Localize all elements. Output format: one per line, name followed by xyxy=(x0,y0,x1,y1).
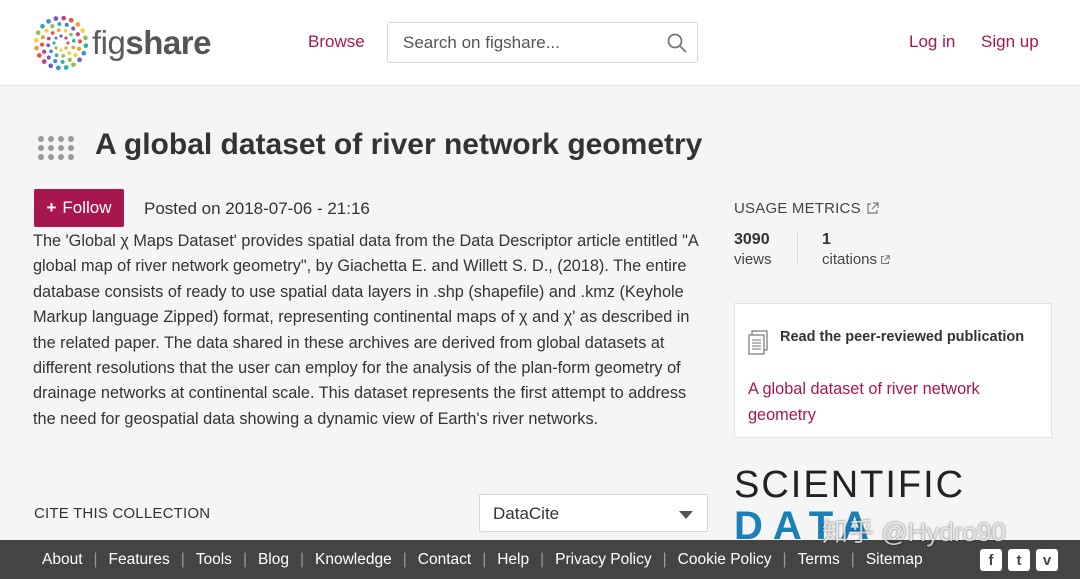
figshare-logo[interactable]: figshare xyxy=(34,15,211,71)
facebook-icon[interactable]: f xyxy=(980,549,1002,571)
footer-link-tools[interactable]: Tools xyxy=(196,551,232,569)
usage-metrics-label: USAGE METRICS xyxy=(734,200,861,217)
follow-button[interactable]: + Follow xyxy=(34,189,124,227)
footer-link-contact[interactable]: Contact xyxy=(418,551,471,569)
cite-format-select[interactable]: DataCite xyxy=(479,494,708,532)
footer-separator: | xyxy=(540,551,545,568)
item-description: The 'Global χ Maps Dataset' provides spa… xyxy=(33,232,698,428)
footer-link-privacy-policy[interactable]: Privacy Policy xyxy=(555,551,651,569)
footer-link-blog[interactable]: Blog xyxy=(258,551,289,569)
views-label: views xyxy=(734,251,772,268)
footer-separator: | xyxy=(180,551,185,568)
login-link[interactable]: Log in xyxy=(909,32,955,52)
site-header: figshare Browse Log in Sign up xyxy=(0,0,1080,86)
views-count: 3090 xyxy=(734,231,770,248)
footer-separator: | xyxy=(402,551,407,568)
citations-count: 1 xyxy=(822,231,831,248)
search-icon[interactable] xyxy=(667,33,687,53)
metrics-divider xyxy=(797,232,798,264)
figshare-logo-icon xyxy=(34,16,88,70)
footer-nav: About | Features | Tools | Blog | Knowledge | Cont… xyxy=(42,551,923,569)
page-title: A global dataset of river network geomet… xyxy=(95,128,703,161)
cite-format-value: DataCite xyxy=(493,504,560,523)
search-input[interactable] xyxy=(389,24,659,61)
footer-link-sitemap[interactable]: Sitemap xyxy=(866,551,923,569)
posted-date: Posted on 2018-07-06 - 21:16 xyxy=(144,199,370,218)
footer-separator: | xyxy=(782,551,787,568)
footer-link-features[interactable]: Features xyxy=(109,551,170,569)
footer-link-help[interactable]: Help xyxy=(497,551,529,569)
footer-link-cookie-policy[interactable]: Cookie Policy xyxy=(678,551,772,569)
footer-separator: | xyxy=(300,551,305,568)
browse-link[interactable]: Browse xyxy=(308,32,365,52)
publication-link[interactable]: A global dataset of river network geomet… xyxy=(748,376,1038,428)
footer-separator: | xyxy=(482,551,487,568)
external-link-icon xyxy=(867,202,879,214)
chevron-down-icon xyxy=(679,511,693,519)
citations-label: citations xyxy=(822,251,878,268)
journal-name-line1: SCIENTIFIC xyxy=(734,466,966,506)
vimeo-icon[interactable]: v xyxy=(1036,549,1058,571)
publication-heading: Read the peer-reviewed publication xyxy=(780,329,1025,345)
external-link-icon xyxy=(881,254,890,264)
footer-separator: | xyxy=(242,551,247,568)
signup-link[interactable]: Sign up xyxy=(981,32,1039,52)
footer-link-terms[interactable]: Terms xyxy=(798,551,840,569)
cite-label: CITE THIS COLLECTION xyxy=(34,505,211,522)
usage-metrics-link[interactable]: USAGE METRICS xyxy=(734,200,879,217)
footer-separator: | xyxy=(850,551,855,568)
watermark: 知乎 @Hydro90 xyxy=(822,517,1006,547)
document-icon xyxy=(748,330,768,355)
footer-separator: | xyxy=(93,551,98,568)
twitter-icon[interactable]: t xyxy=(1008,549,1030,571)
citations-link[interactable]: citations xyxy=(822,251,890,268)
logo-text-share: share xyxy=(125,24,211,61)
follow-label: Follow xyxy=(62,198,112,217)
footer-separator: | xyxy=(662,551,667,568)
collection-icon xyxy=(38,136,74,160)
footer-link-about[interactable]: About xyxy=(42,551,83,569)
footer-link-knowledge[interactable]: Knowledge xyxy=(315,551,392,569)
publication-box: Read the peer-reviewed publication A glo… xyxy=(734,303,1052,438)
social-links: ftv xyxy=(980,549,1058,571)
logo-text-fig: fig xyxy=(92,24,126,61)
search-box xyxy=(387,22,698,63)
plus-icon: + xyxy=(46,198,57,217)
